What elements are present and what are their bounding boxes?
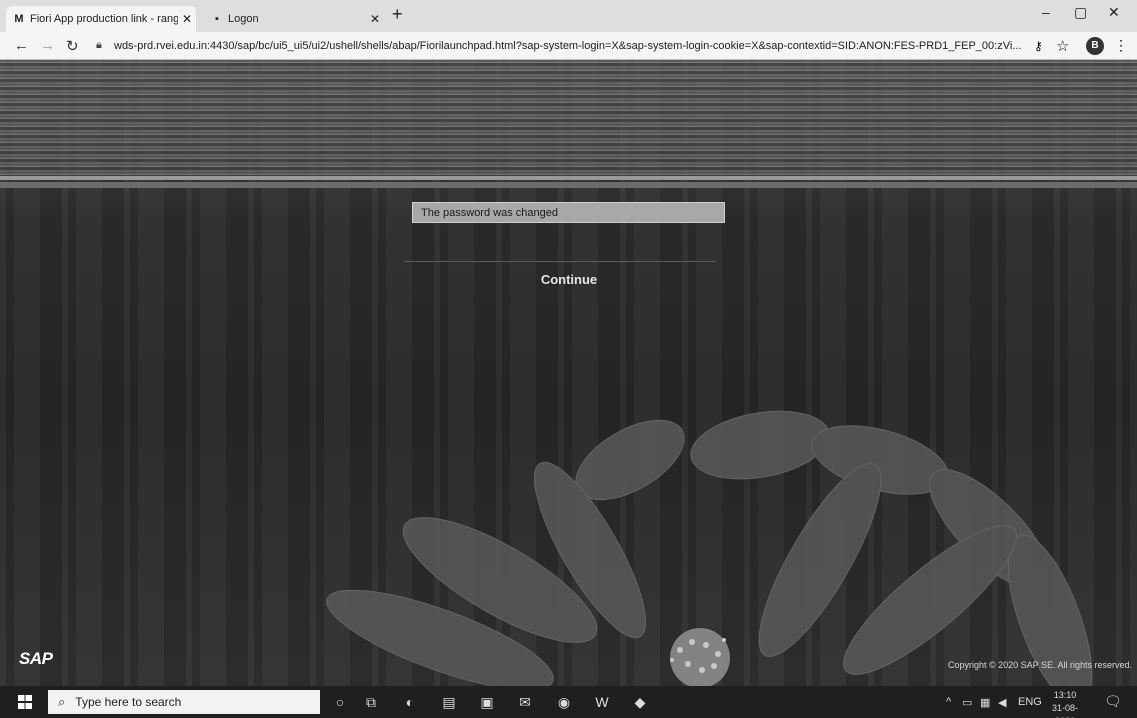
sap-logo: SAP: [19, 649, 53, 668]
notification-icon[interactable]: 🗨︎: [1104, 693, 1122, 710]
password-changed-message: The password was changed: [412, 202, 725, 223]
bookmark-star-icon[interactable]: ☆: [1056, 37, 1069, 55]
edge-browser-icon[interactable]: ◐: [401, 693, 419, 711]
browser-toolbar: ← → ↻ 🔒︎ wds-prd.rvei.edu.in:4430/sap/bc…: [0, 32, 1137, 60]
clock-date: 31-08-2020: [1051, 703, 1078, 718]
network-icon[interactable]: ▦: [980, 696, 990, 709]
store-icon[interactable]: ▣: [478, 693, 496, 711]
task-view-icon[interactable]: ⧉: [362, 693, 380, 711]
volume-icon[interactable]: ◀: [998, 696, 1006, 709]
profile-avatar[interactable]: B: [1086, 37, 1104, 55]
cortana-icon[interactable]: ○: [331, 693, 349, 711]
forward-arrow-icon[interactable]: →: [40, 37, 55, 54]
windows-start-icon[interactable]: [18, 695, 32, 709]
tab-title: Fiori App production link - rangs: [30, 13, 178, 25]
search-placeholder: Type here to search: [75, 695, 182, 709]
chrome-icon[interactable]: ◉: [555, 693, 573, 711]
word-icon[interactable]: W: [593, 693, 611, 711]
browser-menu-icon[interactable]: ⋮: [1114, 37, 1128, 54]
windows-taskbar: ⌕ Type here to search ○ ⧉ ◐ ▤ ▣ ✉ ◉ W ◆ …: [0, 686, 1137, 718]
continue-button[interactable]: Continue: [515, 269, 623, 291]
key-icon[interactable]: ⚷: [1034, 39, 1043, 53]
back-arrow-icon[interactable]: ←: [14, 37, 29, 54]
show-hidden-icons-icon[interactable]: ^: [946, 696, 951, 708]
tab-logon[interactable]: ▪ Logon ✕: [204, 6, 384, 32]
address-bar[interactable]: wds-prd.rvei.edu.in:4430/sap/bc/ui5_ui5/…: [114, 40, 1024, 52]
flower-background-image: [326, 410, 1093, 686]
divider: [404, 261, 716, 262]
language-indicator[interactable]: ENG: [1018, 696, 1042, 708]
sap-favicon-icon: ▪: [215, 13, 219, 25]
mail-icon[interactable]: ✉: [516, 693, 534, 711]
gmail-icon: M: [14, 13, 24, 25]
taskbar-clock[interactable]: 13:10 31-08-2020: [1046, 689, 1084, 718]
search-icon: ⌕: [58, 694, 66, 709]
file-explorer-icon[interactable]: ▤: [440, 693, 458, 711]
tab-title: Logon: [228, 13, 259, 25]
battery-icon[interactable]: ▭: [962, 696, 972, 709]
close-icon[interactable]: ✕: [178, 12, 196, 26]
tab-fiori-app[interactable]: M Fiori App production link - rangs ✕: [6, 6, 196, 32]
close-icon[interactable]: ✕: [366, 12, 384, 26]
new-tab-button[interactable]: +: [392, 4, 403, 25]
clock-time: 13:10: [1053, 690, 1077, 700]
browser-tab-strip: M Fiori App production link - rangs ✕ ▪ …: [0, 0, 1137, 32]
app-icon[interactable]: ◆: [631, 693, 649, 711]
lock-icon[interactable]: 🔒︎: [96, 39, 102, 52]
window-close-button[interactable]: ✕: [1108, 4, 1120, 21]
minimize-button[interactable]: –: [1042, 4, 1050, 20]
logon-page: The password was changed Continue SAP Co…: [0, 60, 1137, 686]
maximize-button[interactable]: ▢: [1074, 4, 1087, 21]
copyright-text: Copyright © 2020 SAP SE. All rights rese…: [947, 660, 1132, 670]
taskbar-search-box[interactable]: ⌕ Type here to search: [48, 690, 320, 714]
reload-icon[interactable]: ↻: [66, 37, 79, 55]
